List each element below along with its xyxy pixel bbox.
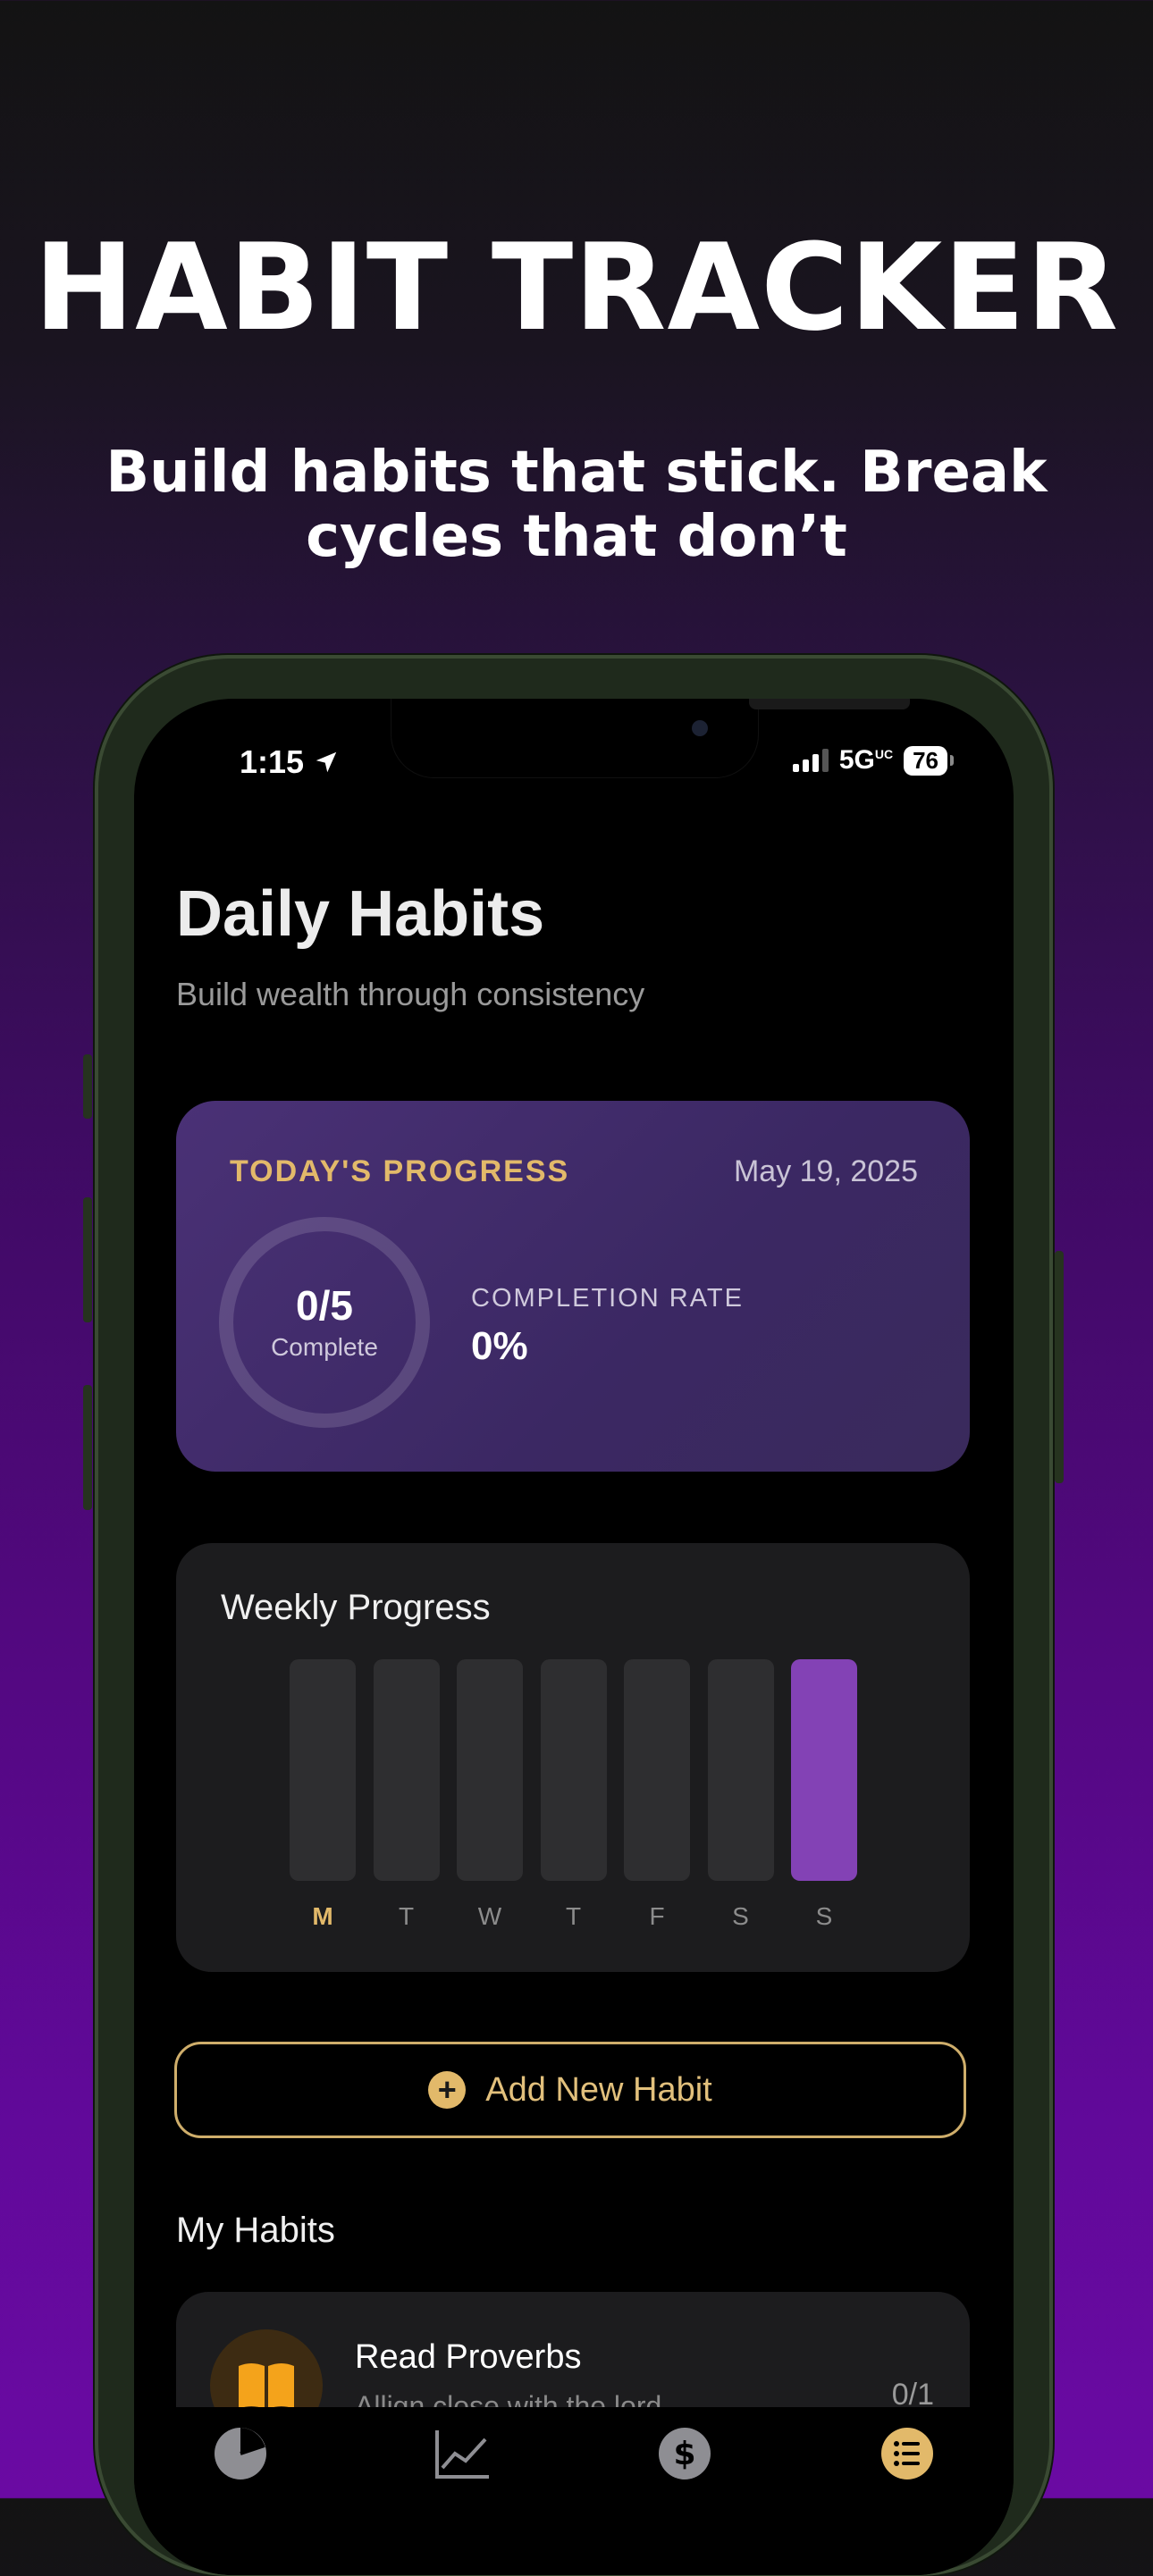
weekly-progress-title: Weekly Progress	[221, 1588, 491, 1627]
signal-icon	[792, 749, 829, 772]
volume-down-button	[83, 1385, 92, 1510]
weekly-day-label-6: S	[815, 1902, 833, 1930]
battery-icon: 76	[904, 745, 954, 776]
weekly-bar-3	[540, 1659, 607, 1881]
weekly-bar-0	[290, 1659, 356, 1881]
weekly-day-label-0: M	[312, 1902, 333, 1930]
add-habit-button[interactable]: + Add New Habit	[174, 2042, 966, 2138]
weekly-bar-2	[457, 1659, 523, 1881]
weekly-day-label-5: S	[732, 1902, 749, 1930]
progress-date: May 19, 2025	[733, 1154, 918, 1188]
weekly-day-label-1: T	[398, 1902, 415, 1930]
status-time: 1:15	[240, 743, 340, 781]
weekly-bar-1	[373, 1659, 440, 1881]
trend-chart-icon	[435, 2430, 489, 2479]
status-right: 5GUC 76	[792, 745, 954, 776]
tab-bar: $	[134, 2407, 1014, 2575]
habit-name: Read Proverbs	[355, 2338, 582, 2376]
weekly-day-label-2: W	[477, 1902, 502, 1930]
svg-text:$: $	[673, 2436, 695, 2472]
page-subtitle: Build wealth through consistency	[176, 976, 645, 1012]
progress-card: TODAY'S PROGRESS May 19, 2025 0/5 Comple…	[176, 1101, 970, 1472]
speaker	[749, 699, 910, 709]
location-arrow-icon	[316, 751, 337, 773]
notch	[391, 699, 910, 777]
weekly-bar-5	[707, 1659, 774, 1881]
clock: 1:15	[240, 743, 305, 780]
progress-label: TODAY'S PROGRESS	[230, 1154, 570, 1188]
network-label: 5GUC	[838, 745, 894, 775]
my-habits-title: My Habits	[176, 2211, 335, 2250]
power-button	[1055, 1251, 1064, 1483]
promo-title: HABIT TRACKER	[33, 218, 1120, 357]
promo-subtitle: Build habits that stick. Break cycles th…	[105, 440, 1048, 570]
camera	[692, 720, 708, 736]
completion-rate-label: COMPLETION RATE	[471, 1284, 744, 1313]
weekly-bars: MTWTFSS	[290, 1659, 858, 1930]
tab-overview[interactable]	[212, 2425, 269, 2482]
weekly-progress-card: Weekly Progress M T W T F S S	[176, 1543, 970, 1972]
weekly-day-label-3: T	[565, 1902, 582, 1930]
volume-up-button	[83, 1197, 92, 1322]
tab-finance[interactable]: $	[656, 2425, 713, 2482]
weekly-bar-4	[624, 1659, 690, 1881]
add-habit-label: Add New Habit	[485, 2070, 712, 2109]
side-button	[83, 1054, 92, 1119]
dollar-icon: $	[659, 2428, 711, 2480]
weekly-day-label-4: F	[649, 1902, 665, 1930]
list-icon	[881, 2428, 933, 2480]
progress-count-label: Complete	[271, 1333, 378, 1362]
completion-rate-value: 0%	[471, 1324, 528, 1368]
progress-count: 0/5	[296, 1281, 353, 1329]
weekly-bar-6	[791, 1659, 857, 1881]
phone-screen: 1:15 5GUC 76 Daily Habits Build wealth t…	[134, 699, 1014, 2575]
tab-habits[interactable]	[879, 2425, 936, 2482]
page-title: Daily Habits	[176, 878, 545, 950]
tab-stats[interactable]	[433, 2425, 491, 2482]
plus-circle-icon: +	[428, 2071, 467, 2109]
progress-ring: 0/5 Complete	[219, 1217, 430, 1428]
pie-chart-icon	[215, 2428, 266, 2480]
